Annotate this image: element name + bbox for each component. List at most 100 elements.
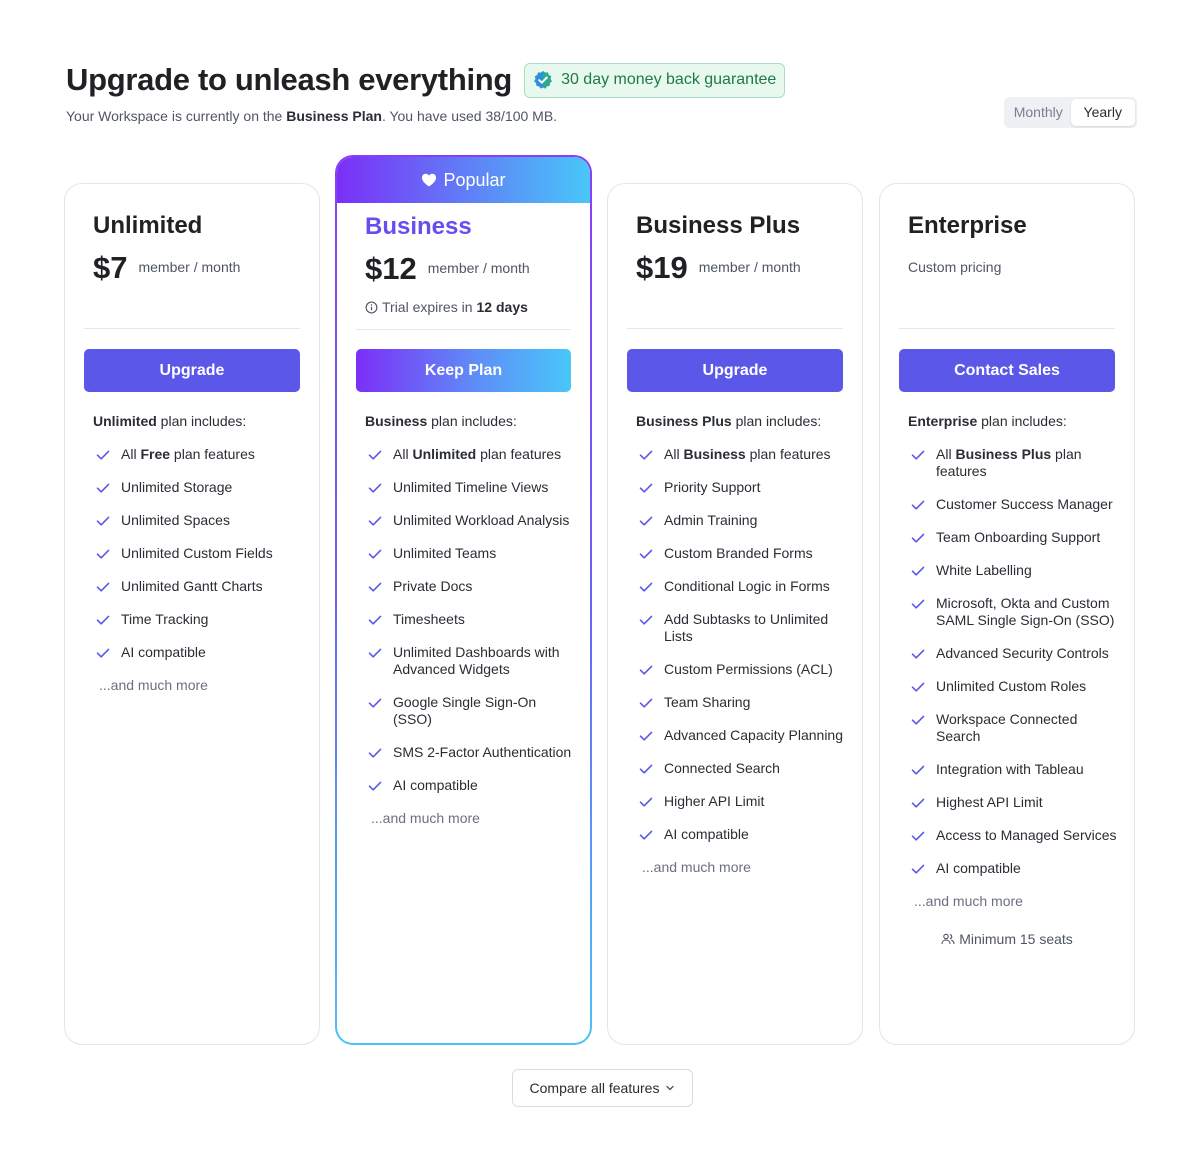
plan-card-enterprise: Enterprise Custom pricing Contact Sales … <box>879 183 1135 1045</box>
plan-name: Business <box>365 213 472 240</box>
trial-notice: Trial expires in 12 days <box>365 299 528 315</box>
feature-item: Integration with Tableau <box>908 761 1120 778</box>
and-much-more-text: ...and much more <box>99 677 208 693</box>
check-icon <box>911 599 925 609</box>
yearly-option[interactable]: Yearly <box>1070 99 1135 126</box>
feature-text-part: AI compatible <box>393 777 478 793</box>
feature-item: Connected Search <box>636 760 848 777</box>
plan-price: $7 <box>93 250 128 285</box>
feature-text-part: Unlimited Dashboards with Advanced Widge… <box>393 644 560 677</box>
upgrade-button[interactable]: Upgrade <box>627 349 843 392</box>
check-icon <box>639 665 653 675</box>
includes-text: plan includes: <box>156 413 247 429</box>
feature-text: Unlimited Gantt Charts <box>121 578 263 595</box>
check-icon <box>368 781 382 791</box>
keep-plan-button[interactable]: Keep Plan <box>356 349 571 392</box>
feature-text: Add Subtasks to Unlimited Lists <box>664 611 848 645</box>
page-title: Upgrade to unleash everything <box>66 62 513 97</box>
includes-plan: Business Plus <box>636 413 732 429</box>
feature-text: Access to Managed Services <box>936 827 1117 844</box>
feature-text: AI compatible <box>393 777 478 794</box>
divider <box>356 329 571 330</box>
feature-text-part: Unlimited Storage <box>121 479 233 495</box>
current-plan-name: Business Plan <box>286 108 382 124</box>
feature-text-part: Private Docs <box>393 578 473 594</box>
feature-text: Integration with Tableau <box>936 761 1084 778</box>
feature-item: Unlimited Timeline Views <box>365 479 576 496</box>
feature-item: Google Single Sign-On (SSO) <box>365 694 576 728</box>
check-icon <box>368 483 382 493</box>
feature-text-part: Highest API Limit <box>936 794 1043 810</box>
feature-text: Microsoft, Okta and Custom SAML Single S… <box>936 595 1120 629</box>
feature-text-part: Microsoft, Okta and Custom SAML Single S… <box>936 595 1115 628</box>
feature-item: AI compatible <box>908 860 1120 877</box>
info-icon <box>365 301 378 313</box>
check-icon <box>639 450 653 460</box>
includes-plan: Enterprise <box>908 413 978 429</box>
feature-text-part: Unlimited Custom Fields <box>121 545 273 561</box>
plan-price: $12 <box>365 251 417 286</box>
monthly-option[interactable]: Monthly <box>1006 99 1071 126</box>
check-icon <box>368 615 382 625</box>
contact-sales-button[interactable]: Contact Sales <box>899 349 1115 392</box>
check-icon <box>368 698 382 708</box>
includes-heading: Unlimited plan includes: <box>93 413 246 429</box>
trial-days: 12 days <box>476 299 528 315</box>
check-icon <box>96 549 110 559</box>
feature-item: Unlimited Spaces <box>93 512 305 529</box>
feature-text: Advanced Capacity Planning <box>664 727 843 744</box>
feature-item: Higher API Limit <box>636 793 848 810</box>
minimum-seats: Minimum 15 seats <box>908 931 1106 947</box>
plan-card-business: Popular Business $12 member / month Tria… <box>335 155 592 1045</box>
check-icon <box>96 516 110 526</box>
plan-card-unlimited: Unlimited $7 member / month Upgrade Unli… <box>64 183 320 1045</box>
feature-text-bold: Business Plus <box>955 446 1052 462</box>
feature-text-part: All <box>393 446 413 462</box>
check-icon <box>368 549 382 559</box>
feature-item: Unlimited Gantt Charts <box>93 578 305 595</box>
minimum-seats-text: Minimum 15 seats <box>959 931 1073 947</box>
feature-text: Private Docs <box>393 578 472 595</box>
check-icon <box>639 764 653 774</box>
and-much-more-text: ...and much more <box>914 893 1023 909</box>
title-row: Upgrade to unleash everything 30 day mon… <box>66 62 786 98</box>
feature-text: Unlimited Workload Analysis <box>393 512 569 529</box>
feature-text: All Business plan features <box>664 446 831 463</box>
feature-text: AI compatible <box>664 826 749 843</box>
feature-text: Unlimited Timeline Views <box>393 479 548 496</box>
price-row: $7 member / month <box>93 250 240 286</box>
price-unit: member / month <box>698 259 801 275</box>
subtitle-suffix: . You have used 38/100 MB. <box>381 108 558 124</box>
feature-item: Access to Managed Services <box>908 827 1120 844</box>
verified-badge-icon <box>534 71 552 89</box>
check-icon <box>639 830 653 840</box>
feature-text: SMS 2-Factor Authentication <box>393 744 571 761</box>
feature-text-bold: Unlimited <box>412 446 477 462</box>
feature-text-part: Unlimited Timeline Views <box>393 479 549 495</box>
feature-text-part: Integration with Tableau <box>936 761 1084 777</box>
divider <box>627 328 843 329</box>
feature-item: Advanced Capacity Planning <box>636 727 848 744</box>
feature-item: Unlimited Workload Analysis <box>365 512 576 529</box>
plan-name: Unlimited <box>93 212 203 239</box>
people-icon <box>941 933 955 945</box>
upgrade-button[interactable]: Upgrade <box>84 349 300 392</box>
workspace-usage-text: Your Workspace is currently on the Busin… <box>66 108 785 124</box>
feature-text-part: plan features <box>170 446 255 462</box>
trial-text: Trial expires in <box>382 299 473 315</box>
custom-pricing: Custom pricing <box>908 259 1002 275</box>
feature-item: Unlimited Teams <box>365 545 576 562</box>
check-icon <box>96 450 110 460</box>
feature-item: Time Tracking <box>93 611 305 628</box>
compare-all-features-button[interactable]: Compare all features <box>512 1069 693 1107</box>
plan-price: $19 <box>636 250 688 285</box>
popular-label: Popular <box>443 169 506 190</box>
billing-period-toggle[interactable]: Monthly Yearly <box>1004 97 1137 128</box>
check-icon <box>368 516 382 526</box>
feature-text: Unlimited Dashboards with Advanced Widge… <box>393 644 576 678</box>
guarantee-text: 30 day money back guarantee <box>561 71 777 88</box>
feature-text: Admin Training <box>664 512 757 529</box>
feature-text: Google Single Sign-On (SSO) <box>393 694 576 728</box>
plan-card-business-plus: Business Plus $19 member / month Upgrade… <box>607 183 863 1045</box>
includes-text: plan includes: <box>977 413 1067 429</box>
